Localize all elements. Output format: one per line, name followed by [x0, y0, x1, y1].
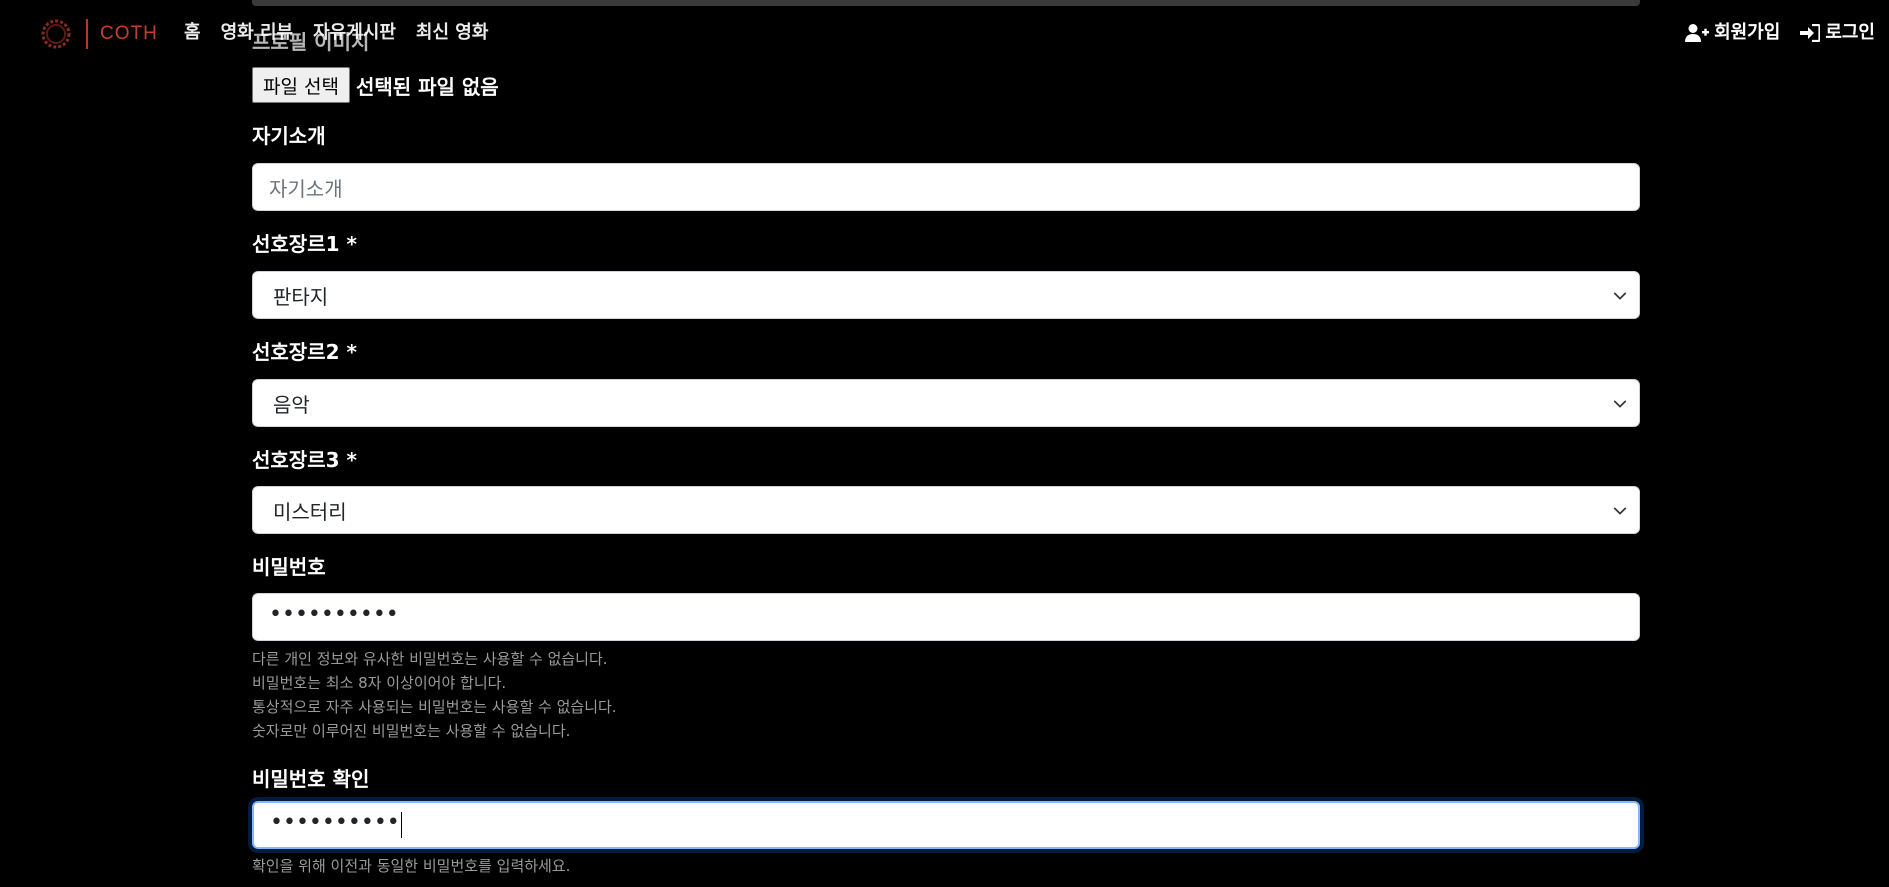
nav-latest-movies[interactable]: 최신 영화	[416, 20, 489, 46]
password-confirm-help: 확인을 위해 이전과 동일한 비밀번호를 입력하세요.	[252, 857, 571, 875]
scroll-cut-edge	[252, 0, 1640, 6]
chevron-down-icon	[1613, 292, 1627, 300]
top-navbar: COTH 홈 영화 리뷰 자유게시판 최신 영화 회원가입 로그인	[0, 0, 1889, 68]
nav-free-board[interactable]: 자유게시판	[313, 20, 396, 46]
brand[interactable]: COTH	[40, 18, 158, 50]
password-help-3: 통상적으로 자주 사용되는 비밀번호는 사용할 수 없습니다.	[252, 698, 617, 716]
file-status-text: 선택된 파일 없음	[355, 74, 499, 99]
bio-placeholder: 자기소개	[269, 176, 343, 201]
password-help-4: 숫자로만 이루어진 비밀번호는 사용할 수 없습니다.	[252, 722, 571, 740]
login-link[interactable]: 로그인	[1800, 20, 1875, 46]
password-input[interactable]: ••••••••••	[252, 593, 1640, 641]
nav-movie-review[interactable]: 영화 리뷰	[221, 20, 294, 46]
genre2-label: 선호장르2 *	[252, 340, 357, 364]
text-caret	[400, 812, 402, 838]
brand-divider	[86, 19, 88, 49]
user-plus-icon	[1685, 24, 1710, 42]
chevron-down-icon	[1613, 507, 1627, 515]
bio-label: 자기소개	[252, 124, 326, 148]
nav-auth: 회원가입 로그인	[1665, 20, 1875, 46]
nav-links: 홈 영화 리뷰 자유게시판 최신 영화	[184, 20, 508, 46]
genre1-label: 선호장르1 *	[252, 232, 357, 256]
brand-text: COTH	[100, 23, 158, 44]
signup-link[interactable]: 회원가입	[1685, 20, 1780, 46]
genre1-value: 판타지	[273, 284, 329, 309]
password-confirm-label: 비밀번호 확인	[252, 767, 370, 791]
password-mask: ••••••••••	[269, 602, 399, 627]
password-help-2: 비밀번호는 최소 8자 이상이어야 합니다.	[252, 674, 507, 692]
genre3-value: 미스터리	[273, 499, 347, 524]
genre1-select[interactable]: 판타지	[252, 271, 1640, 319]
genre3-label: 선호장르3 *	[252, 448, 357, 472]
password-confirm-input[interactable]: ••••••••••	[252, 801, 1640, 849]
signup-label: 회원가입	[1714, 22, 1781, 43]
chevron-down-icon	[1613, 400, 1627, 408]
film-reel-logo-icon	[41, 19, 71, 49]
nav-home[interactable]: 홈	[184, 20, 201, 46]
genre2-select[interactable]: 음악	[252, 379, 1640, 427]
password-confirm-mask: ••••••••••	[270, 810, 400, 835]
sign-in-icon	[1800, 24, 1821, 42]
login-label: 로그인	[1825, 22, 1875, 43]
signup-page: 프로필 이미지 파일 선택 선택된 파일 없음 자기소개 자기소개 선호장르1 …	[0, 0, 1889, 887]
password-help-1: 다른 개인 정보와 유사한 비밀번호는 사용할 수 없습니다.	[252, 650, 608, 668]
genre2-value: 음악	[273, 392, 310, 417]
bio-input[interactable]: 자기소개	[252, 163, 1640, 211]
genre3-select[interactable]: 미스터리	[252, 486, 1640, 534]
file-select-button[interactable]: 파일 선택	[252, 67, 350, 103]
password-label: 비밀번호	[252, 555, 326, 579]
profile-image-file-input[interactable]: 파일 선택 선택된 파일 없음	[252, 67, 499, 103]
